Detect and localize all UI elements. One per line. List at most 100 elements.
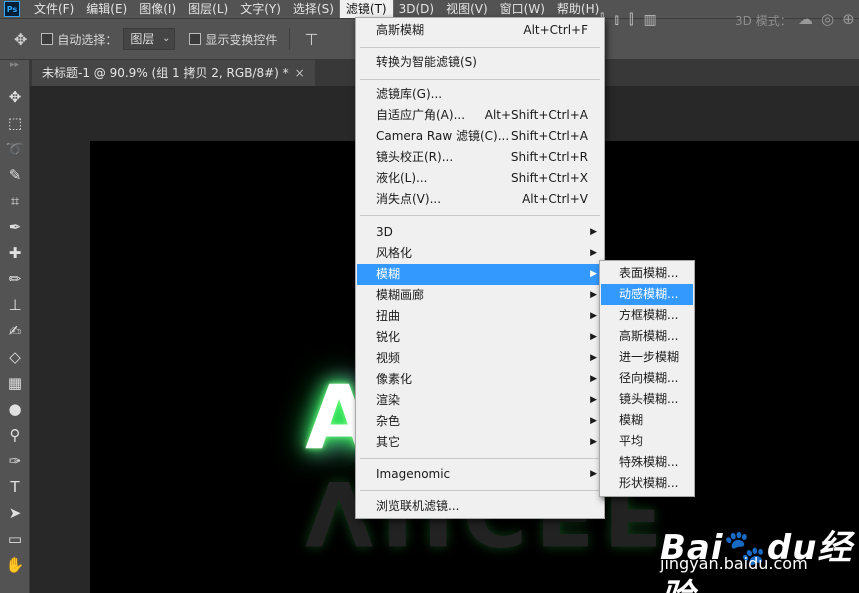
menu-edit[interactable]: 编辑(E) xyxy=(80,0,133,18)
menu-image[interactable]: 图像(I) xyxy=(133,0,182,18)
rectangle-tool-icon[interactable]: ▭ xyxy=(0,526,30,552)
submenu-item-average[interactable]: 平均 xyxy=(601,431,693,452)
clone-stamp-tool-icon[interactable]: ⊥ xyxy=(0,292,30,318)
roll-3d-icon[interactable]: ◎ xyxy=(821,10,834,28)
chevron-down-icon: ⌄ xyxy=(162,33,171,44)
hand-tool-icon[interactable]: ✋ xyxy=(0,552,30,578)
submenu-item-surface-blur[interactable]: 表面模糊... xyxy=(601,263,693,284)
menu-item-3d[interactable]: 3D ▶ xyxy=(357,222,603,243)
eyedropper-tool-icon[interactable]: ✒ xyxy=(0,214,30,240)
submenu-item-box-blur[interactable]: 方框模糊... xyxy=(601,305,693,326)
panel-grip-icon[interactable]: ▸▸ xyxy=(0,60,29,84)
menu-item-vanishing-point[interactable]: 消失点(V)... Alt+Ctrl+V xyxy=(357,189,603,210)
tools-panel: ▸▸ ✥ ⬚ ➰ ✎ ⌗ ✒ ✚ ✏ ⊥ ✍ ◇ ▦ ● ⚲ ✑ T ➤ ▭ ✋ xyxy=(0,60,30,593)
submenu-item-motion-blur[interactable]: 动感模糊... xyxy=(601,284,693,305)
align-top-icon[interactable]: ⊤ xyxy=(304,30,318,49)
auto-select-value: 图层 xyxy=(130,32,155,46)
menu-item-distort[interactable]: 扭曲 ▶ xyxy=(357,306,603,327)
lasso-tool-icon[interactable]: ➰ xyxy=(0,136,30,162)
menu-item-other[interactable]: 其它 ▶ xyxy=(357,432,603,453)
close-icon[interactable]: × xyxy=(295,66,305,80)
menu-item-sharpen[interactable]: 锐化 ▶ xyxy=(357,327,603,348)
menu-item-label: 消失点(V)... xyxy=(376,192,442,206)
menu-item-noise[interactable]: 杂色 ▶ xyxy=(357,411,603,432)
menu-filter[interactable]: 滤镜(T) xyxy=(338,0,394,19)
marquee-tool-icon[interactable]: ⬚ xyxy=(0,110,30,136)
menu-3d[interactable]: 3D(D) xyxy=(393,0,440,18)
menu-item-liquify[interactable]: 液化(L)... Shift+Ctrl+X xyxy=(357,168,603,189)
menu-item-label: 自适应广角(A)... xyxy=(376,108,466,122)
healing-brush-tool-icon[interactable]: ✚ xyxy=(0,240,30,266)
menu-item-lens-correction[interactable]: 镜头校正(R)... Shift+Ctrl+R xyxy=(357,147,603,168)
history-brush-tool-icon[interactable]: ✍ xyxy=(0,318,30,344)
blur-submenu: 表面模糊... 动感模糊... 方框模糊... 高斯模糊... 进一步模糊 径向… xyxy=(599,260,695,497)
submenu-item-lens-blur[interactable]: 镜头模糊... xyxy=(601,389,693,410)
move-tool-icon[interactable]: ✥ xyxy=(0,84,30,110)
menu-item-adaptive-wide-angle[interactable]: 自适应广角(A)... Alt+Shift+Ctrl+A xyxy=(357,105,603,126)
menu-item-label: 其它 xyxy=(376,435,401,449)
pen-tool-icon[interactable]: ✑ xyxy=(0,448,30,474)
menu-item-camera-raw[interactable]: Camera Raw 滤镜(C)... Shift+Ctrl+A xyxy=(357,126,603,147)
menu-item-stylize[interactable]: 风格化 ▶ xyxy=(357,243,603,264)
menu-item-last-filter[interactable]: 高斯模糊 Alt+Ctrl+F xyxy=(357,20,603,41)
menu-separator xyxy=(360,79,600,80)
menu-item-label: 扭曲 xyxy=(376,309,401,323)
submenu-item-radial-blur[interactable]: 径向模糊... xyxy=(601,368,693,389)
submenu-item-smart-blur[interactable]: 特殊模糊... xyxy=(601,452,693,473)
menu-help[interactable]: 帮助(H) xyxy=(551,0,605,18)
eraser-tool-icon[interactable]: ◇ xyxy=(0,344,30,370)
auto-select-dropdown[interactable]: 图层 ⌄ xyxy=(123,28,176,50)
auto-select-checkbox[interactable] xyxy=(41,33,54,45)
menu-item-shortcut: Shift+Ctrl+X xyxy=(511,171,588,185)
auto-align-icon[interactable]: ▥ xyxy=(643,12,656,28)
menu-item-label: 锐化 xyxy=(376,330,401,344)
distribute-center-icon[interactable]: ⫾ xyxy=(614,12,618,28)
menu-item-imagenomic[interactable]: Imagenomic ▶ xyxy=(357,464,603,485)
submenu-item-blur[interactable]: 模糊 xyxy=(601,410,693,431)
menu-separator xyxy=(360,458,600,459)
blur-tool-icon[interactable]: ● xyxy=(0,396,30,422)
menu-item-filter-gallery[interactable]: 滤镜库(G)... xyxy=(357,84,603,105)
menu-item-shortcut: Shift+Ctrl+R xyxy=(510,150,588,164)
menu-item-shortcut: Alt+Ctrl+F xyxy=(523,23,588,37)
menu-separator xyxy=(360,490,600,491)
dodge-tool-icon[interactable]: ⚲ xyxy=(0,422,30,448)
path-select-tool-icon[interactable]: ➤ xyxy=(0,500,30,526)
submenu-arrow-icon: ▶ xyxy=(590,416,597,426)
pan-3d-icon[interactable]: ⊕ xyxy=(842,10,855,28)
menu-item-video[interactable]: 视频 ▶ xyxy=(357,348,603,369)
menu-item-blur-gallery[interactable]: 模糊画廊 ▶ xyxy=(357,285,603,306)
distribute-bottom-icon[interactable]: ⫿ xyxy=(629,12,633,28)
mode-3d-icons: ☁ ◎ ⊕ xyxy=(798,10,855,28)
menu-layer[interactable]: 图层(L) xyxy=(182,0,234,18)
type-tool-icon[interactable]: T xyxy=(0,474,30,500)
menu-item-render[interactable]: 渲染 ▶ xyxy=(357,390,603,411)
submenu-arrow-icon: ▶ xyxy=(590,353,597,363)
brush-tool-icon[interactable]: ✏ xyxy=(0,266,30,292)
orbit-3d-icon[interactable]: ☁ xyxy=(798,10,813,28)
menu-type[interactable]: 文字(Y) xyxy=(234,0,287,18)
menu-item-label: 风格化 xyxy=(376,246,413,260)
show-transform-checkbox[interactable] xyxy=(189,33,202,45)
move-tool-preset-icon[interactable]: ✥ xyxy=(14,30,27,49)
document-tab[interactable]: 未标题-1 @ 90.9% (组 1 拷贝 2, RGB/8#) * × xyxy=(32,60,315,86)
menu-item-convert-smart-filter[interactable]: 转换为智能滤镜(S) xyxy=(357,52,603,73)
menu-file[interactable]: 文件(F) xyxy=(28,0,80,18)
submenu-item-gaussian-blur[interactable]: 高斯模糊... xyxy=(601,326,693,347)
menu-item-label: 转换为智能滤镜(S) xyxy=(376,55,477,69)
submenu-arrow-icon: ▶ xyxy=(590,290,597,300)
menu-select[interactable]: 选择(S) xyxy=(287,0,340,18)
menu-view[interactable]: 视图(V) xyxy=(440,0,494,18)
menu-item-blur[interactable]: 模糊 ▶ xyxy=(357,264,603,285)
crop-tool-icon[interactable]: ⌗ xyxy=(0,188,30,214)
gradient-tool-icon[interactable]: ▦ xyxy=(0,370,30,396)
quick-select-tool-icon[interactable]: ✎ xyxy=(0,162,30,188)
menu-item-pixelate[interactable]: 像素化 ▶ xyxy=(357,369,603,390)
submenu-item-shape-blur[interactable]: 形状模糊... xyxy=(601,473,693,494)
menu-item-browse-online-filters[interactable]: 浏览联机滤镜... xyxy=(357,496,603,517)
menu-item-label: 3D xyxy=(376,225,393,239)
menu-item-label: Camera Raw 滤镜(C)... xyxy=(376,129,510,143)
menu-window[interactable]: 窗口(W) xyxy=(494,0,551,18)
submenu-item-blur-more[interactable]: 进一步模糊 xyxy=(601,347,693,368)
baidu-jingyan-watermark: Bai🐾du经验 jingyan.baidu.com xyxy=(660,520,859,593)
